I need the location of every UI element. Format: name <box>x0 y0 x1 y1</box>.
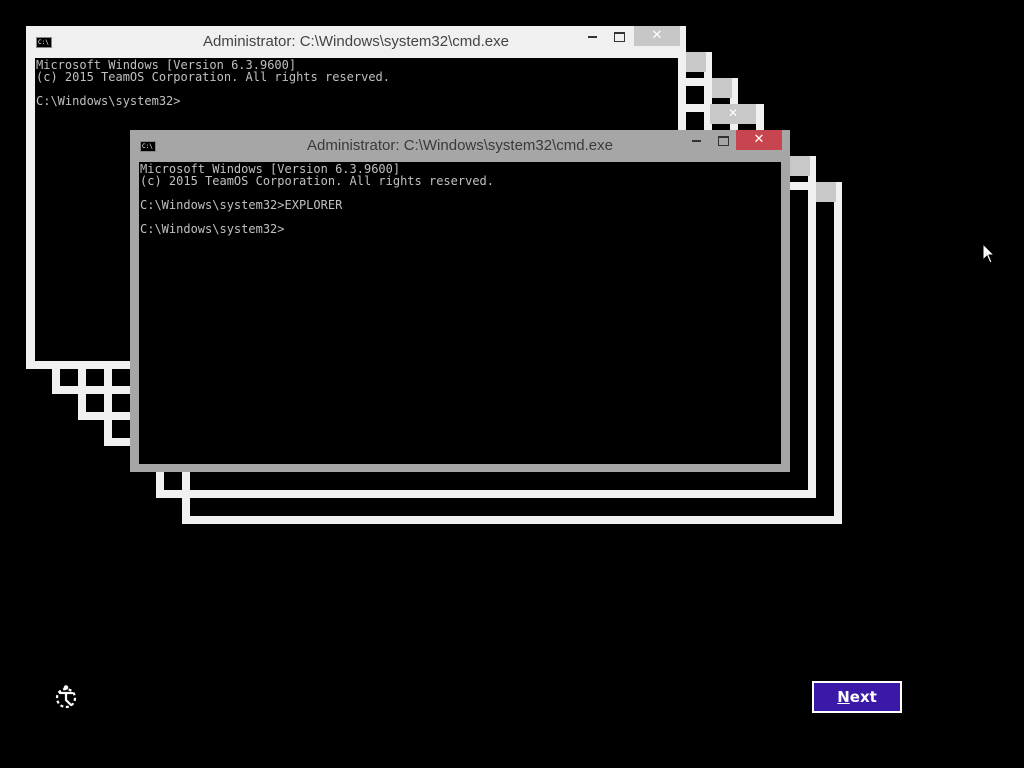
maximize-icon <box>717 135 729 146</box>
ghost-close-button <box>816 182 836 202</box>
mouse-pointer-icon <box>982 243 996 264</box>
ghost-close-button <box>686 52 706 72</box>
next-button-label: ext <box>849 688 877 706</box>
title-bar[interactable]: C:\ Administrator: C:\Windows\system32\c… <box>130 130 790 162</box>
console-output[interactable]: Microsoft Windows [Version 6.3.9600] (c)… <box>139 162 781 464</box>
maximize-button[interactable] <box>710 130 736 150</box>
minimize-icon <box>587 35 597 38</box>
minimize-button[interactable] <box>579 26 605 46</box>
maximize-button[interactable] <box>606 26 632 46</box>
maximize-icon <box>613 31 625 42</box>
title-bar[interactable]: C:\ Administrator: C:\Windows\system32\c… <box>26 26 686 58</box>
ghost-close-button <box>790 156 810 176</box>
ease-of-access-icon[interactable] <box>52 684 80 712</box>
ghost-close-button: ✕ <box>710 104 756 124</box>
next-button-accelerator: N <box>837 688 850 706</box>
minimize-icon <box>691 139 701 142</box>
cmd-window-front[interactable]: C:\ Administrator: C:\Windows\system32\c… <box>130 130 790 472</box>
close-button[interactable]: ✕ <box>736 130 782 150</box>
minimize-button[interactable] <box>683 130 709 150</box>
close-button[interactable]: ✕ <box>634 26 680 46</box>
close-icon: ✕ <box>753 132 765 147</box>
close-icon: ✕ <box>651 28 663 43</box>
next-button[interactable]: Next <box>812 681 902 713</box>
ghost-close-button <box>712 78 732 98</box>
